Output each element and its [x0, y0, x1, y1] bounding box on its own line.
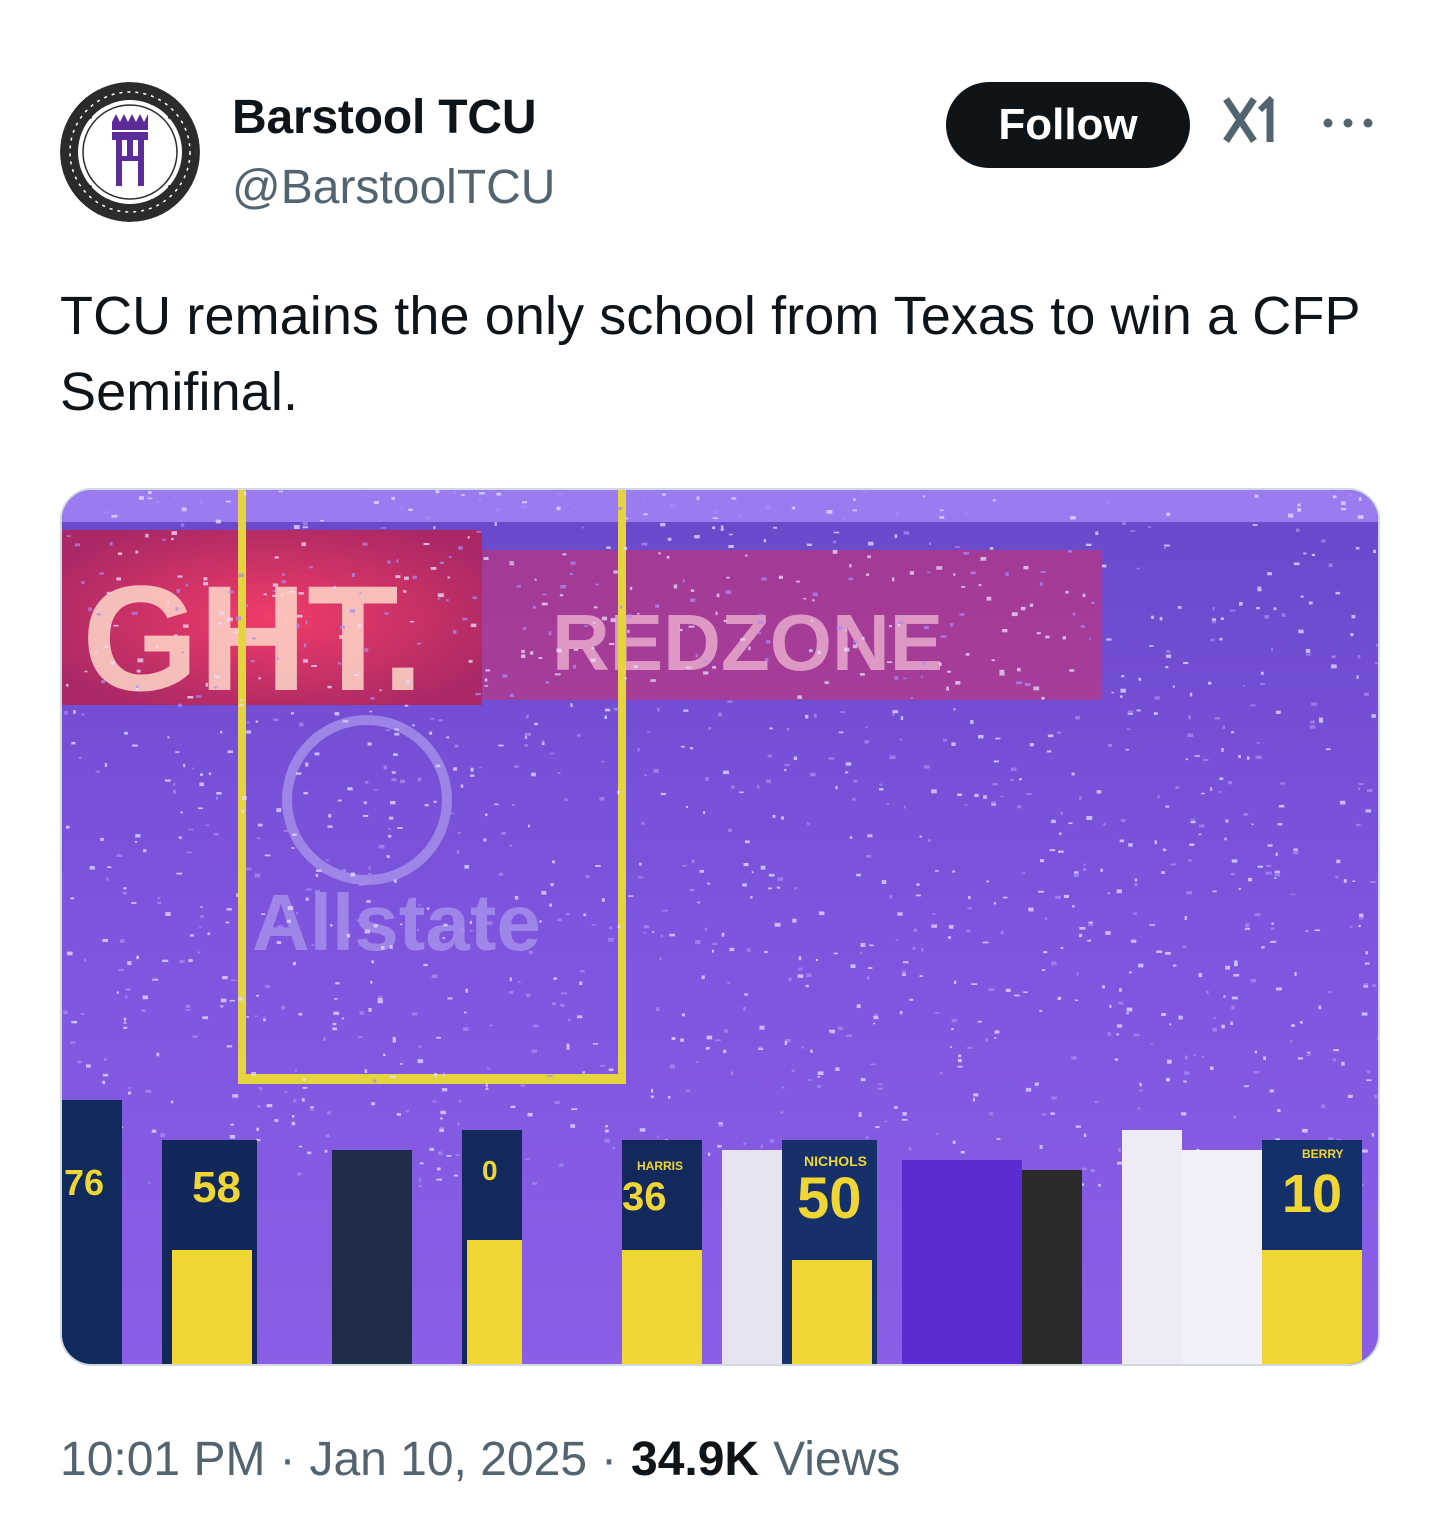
jersey-name: BERRY [1302, 1147, 1344, 1161]
barstool-logo-icon [60, 82, 200, 222]
meta-separator: · [279, 1433, 296, 1486]
jersey-name: NICHOLS [804, 1153, 867, 1169]
jersey-name: HARRIS [637, 1159, 683, 1173]
tweet-date[interactable]: Jan 10, 2025 [309, 1430, 587, 1490]
jersey-number: 58 [192, 1163, 241, 1212]
jersey-number: 0 [482, 1155, 498, 1186]
grok-icon[interactable] [1222, 90, 1282, 150]
author-avatar[interactable] [60, 82, 200, 222]
views-count: 34.9K [631, 1433, 760, 1486]
banner-text: REDZONE [552, 598, 943, 687]
tweet-card: Barstool TCU @BarstoolTCU Follow TCU rem… [0, 0, 1440, 1537]
author-display-name[interactable]: Barstool TCU [232, 90, 536, 146]
jersey-number: 76 [64, 1162, 104, 1203]
jersey-number: 10 [1282, 1164, 1342, 1224]
confetti-photo-image: GHT. REDZONE Allstate 76 58 36 50 10 0 N… [62, 490, 1378, 1364]
views-label: Views [773, 1433, 901, 1486]
jersey-number: 36 [622, 1175, 667, 1219]
tweet-meta: 10:01 PM · Jan 10, 2025 · 34.9K Views [60, 1430, 900, 1490]
follow-button[interactable]: Follow [946, 82, 1190, 168]
author-handle[interactable]: @BarstoolTCU [232, 160, 555, 216]
meta-separator: · [601, 1433, 617, 1486]
jersey-number: 50 [797, 1166, 862, 1231]
tweet-text: TCU remains the only school from Texas t… [60, 286, 1360, 422]
tweet-timestamp[interactable]: 10:01 PM [60, 1430, 265, 1490]
tweet-photo[interactable]: GHT. REDZONE Allstate 76 58 36 50 10 0 N… [60, 488, 1380, 1366]
sponsor-text: Allstate [252, 878, 541, 967]
more-options-icon[interactable] [1318, 108, 1378, 138]
